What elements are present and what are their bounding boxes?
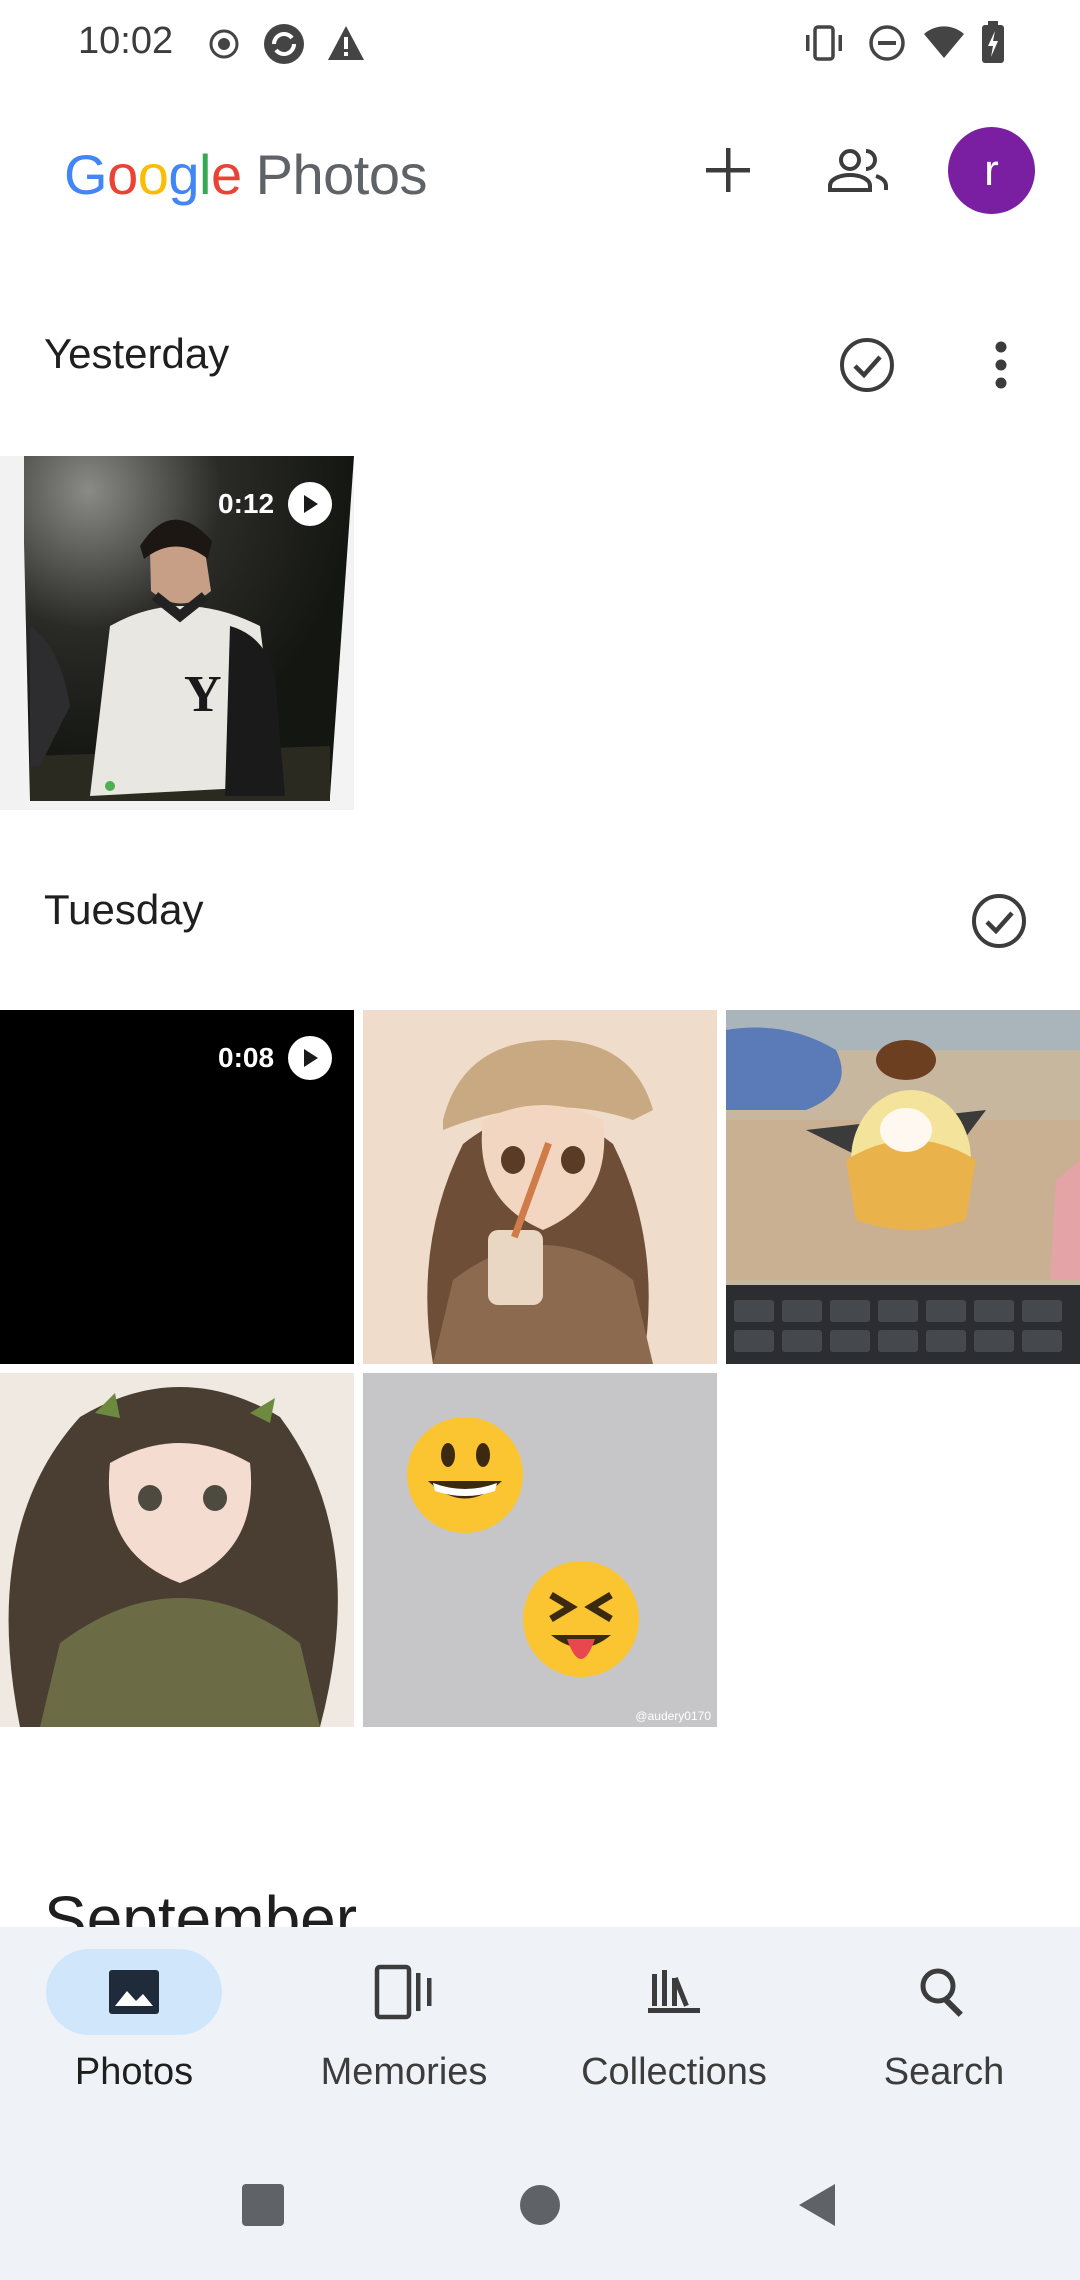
nav-item-memories[interactable]: Memories	[304, 1949, 504, 2094]
svg-text:Y: Y	[184, 666, 222, 723]
duration-label: 0:12	[218, 488, 275, 519]
section-title: Yesterday	[44, 330, 230, 377]
collections-icon	[648, 1970, 700, 2013]
home-button[interactable]	[505, 2170, 575, 2240]
memories-icon	[374, 1964, 432, 2020]
play-icon	[288, 1036, 333, 1080]
video-thumbnail[interactable]: Y 0:12	[0, 456, 354, 810]
nav-item-search[interactable]: Search	[844, 1949, 1044, 2094]
more-vert-icon	[995, 341, 1007, 389]
check-circle-icon	[972, 894, 1026, 948]
status-bar: 10:02	[0, 0, 1080, 90]
figurine-photo-image	[726, 1010, 1080, 1364]
video-duration-badge: 0:12	[218, 482, 333, 526]
nav-icon-pill	[46, 1949, 222, 2035]
photo-thumbnail[interactable]	[0, 1373, 354, 1727]
more-options-button[interactable]	[960, 324, 1042, 406]
add-button[interactable]	[688, 130, 768, 210]
square-icon	[242, 2184, 284, 2226]
nav-icon-pill	[856, 1949, 1032, 2035]
sync-app-icon	[264, 24, 304, 64]
nav-label: Search	[883, 2051, 1005, 2093]
section-title: Tuesday	[44, 886, 204, 933]
vibrate-icon	[806, 25, 842, 61]
people-icon	[828, 149, 888, 192]
photo-thumbnail[interactable]: @audery0170	[363, 1373, 717, 1727]
record-icon	[209, 29, 239, 59]
section-header-tuesday: Tuesday	[0, 850, 1080, 970]
photo-icon	[109, 1970, 159, 2014]
photo-thumbnail[interactable]	[363, 1010, 717, 1364]
do-not-disturb-icon	[869, 25, 905, 61]
circle-icon	[520, 2185, 560, 2225]
recents-button[interactable]	[228, 2170, 298, 2240]
section-header-yesterday: Yesterday	[0, 296, 1080, 416]
status-time: 10:02	[78, 20, 174, 62]
plus-icon	[706, 148, 750, 192]
warning-icon	[328, 26, 364, 60]
nav-item-collections[interactable]: Collections	[574, 1949, 774, 2094]
google-photos-logo: Google Photos	[64, 143, 427, 206]
nav-item-photos[interactable]: Photos	[34, 1949, 234, 2094]
nav-label: Photos	[74, 2051, 194, 2093]
duration-label: 0:08	[218, 1042, 275, 1073]
wifi-icon	[924, 26, 964, 58]
sharing-button[interactable]	[818, 130, 898, 210]
system-navigation-bar	[0, 2170, 1080, 2260]
back-button[interactable]	[782, 2170, 852, 2240]
nav-icon-pill	[586, 1949, 762, 2035]
battery-charging-icon	[982, 21, 1004, 63]
app-bar: Google Photos r	[0, 110, 1080, 230]
nav-icon-pill	[316, 1949, 492, 2035]
nav-label: Memories	[320, 2051, 488, 2093]
select-all-button[interactable]	[958, 880, 1040, 962]
play-icon	[288, 482, 333, 526]
back-triangle-icon	[799, 2184, 835, 2226]
check-circle-icon	[840, 338, 894, 392]
emoji-image	[407, 1417, 639, 1677]
photo-thumbnail[interactable]	[726, 1010, 1080, 1364]
video-thumbnail[interactable]: 0:08	[0, 1010, 354, 1364]
watermark-text: @audery0170	[635, 1709, 711, 1723]
select-all-button[interactable]	[826, 324, 908, 406]
search-icon	[920, 1968, 963, 2017]
bottom-navigation: Photos Memories Collections Search	[0, 1927, 1080, 2280]
illustrated-girl-image	[8, 1387, 338, 1727]
account-avatar[interactable]: r	[948, 127, 1035, 214]
nav-label: Collections	[581, 2051, 767, 2093]
illustrated-girl-image	[427, 1040, 653, 1364]
video-duration-badge: 0:08	[218, 1036, 333, 1080]
